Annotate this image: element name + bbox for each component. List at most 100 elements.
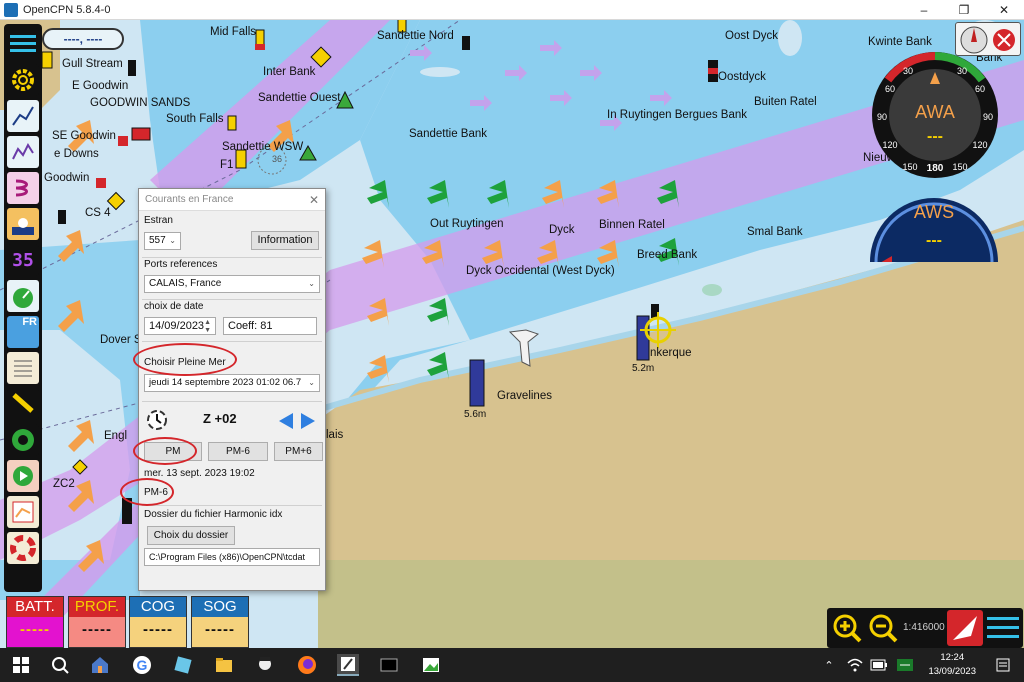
pencil-icon[interactable] bbox=[7, 388, 39, 420]
instrument-prof-label: PROF. bbox=[69, 597, 125, 617]
windows-start-icon[interactable] bbox=[10, 654, 32, 676]
instrument-batt-value: ----- bbox=[20, 621, 50, 638]
night-mode-icon[interactable] bbox=[7, 208, 39, 240]
settings-icon[interactable] bbox=[7, 64, 39, 96]
folder-path-value: C:\Program Files (x86)\OpenCPN\tcdat bbox=[149, 552, 306, 562]
menu-icon[interactable] bbox=[987, 614, 1019, 642]
label-height-gravelines: 5.6m bbox=[464, 409, 487, 420]
label-mid-falls: Mid Falls bbox=[210, 26, 257, 38]
label-se-goodwin: SE Goodwin bbox=[52, 130, 116, 142]
date-picker[interactable]: 14/09/2023 ▲ ▼ bbox=[144, 317, 216, 335]
opencpn-taskbar-icon[interactable] bbox=[337, 654, 359, 676]
search-icon[interactable] bbox=[49, 654, 71, 676]
previous-arrow-icon[interactable] bbox=[277, 411, 295, 431]
separator bbox=[142, 257, 322, 258]
label-inter-bank: Inter Bank bbox=[263, 66, 316, 78]
taskbar-clock[interactable]: 12:24 13/09/2023 bbox=[928, 651, 976, 679]
zoom-out-icon[interactable] bbox=[867, 612, 899, 644]
harmonic-label: Dossier du fichier Harmonic idx bbox=[144, 509, 283, 520]
awa-scale-180: 180 bbox=[926, 163, 944, 174]
left-toolbar: 35 FR bbox=[4, 24, 42, 592]
pm-minus6-button[interactable]: PM-6 bbox=[208, 442, 268, 461]
notifications-icon[interactable] bbox=[992, 654, 1014, 676]
clock-icon[interactable] bbox=[146, 409, 168, 431]
tide-icon[interactable] bbox=[7, 172, 39, 204]
aws-value: --- bbox=[926, 232, 942, 249]
label-gull-stream: Gull Stream bbox=[62, 58, 123, 70]
label-out-ruytingen: Out Ruytingen bbox=[430, 218, 504, 230]
network-app-icon[interactable] bbox=[894, 654, 916, 676]
chart-icon[interactable] bbox=[7, 496, 39, 528]
terminal-icon[interactable] bbox=[378, 654, 400, 676]
label-f1: F1 bbox=[220, 159, 234, 171]
google-chrome-icon[interactable]: G bbox=[131, 654, 153, 676]
label-e-downs: e Downs bbox=[54, 148, 99, 160]
menu-icon[interactable] bbox=[7, 28, 39, 60]
awa-value: --- bbox=[927, 128, 943, 145]
instrument-prof: PROF. ----- bbox=[68, 596, 126, 648]
close-window-button[interactable]: ✕ bbox=[984, 0, 1024, 20]
svg-text:30: 30 bbox=[903, 66, 913, 76]
window-titlebar: OpenCPN 5.8.4-0 – ❐ ✕ bbox=[0, 0, 1024, 20]
language-fr-icon[interactable]: FR bbox=[7, 316, 39, 348]
label-dover: Dover S bbox=[100, 334, 142, 346]
choose-folder-button[interactable]: Choix du dossier bbox=[147, 526, 235, 545]
label-smal-bank: Smal Bank bbox=[747, 226, 803, 238]
next-arrow-icon[interactable] bbox=[299, 411, 317, 431]
label-breed-bank: Breed Bank bbox=[637, 249, 698, 261]
log-icon[interactable] bbox=[7, 352, 39, 384]
instrument-sog: SOG ----- bbox=[191, 596, 249, 648]
battery-icon[interactable] bbox=[868, 654, 890, 676]
estran-select[interactable]: 557 ⌄ bbox=[144, 232, 181, 250]
instrument-batt: BATT. ----- bbox=[6, 596, 64, 648]
firefox-icon[interactable] bbox=[296, 654, 318, 676]
minimize-button[interactable]: – bbox=[904, 0, 944, 20]
route-icon[interactable] bbox=[7, 100, 39, 132]
zoom-in-icon[interactable] bbox=[831, 612, 863, 644]
file-explorer-icon[interactable] bbox=[213, 654, 235, 676]
dashboard-icon[interactable] bbox=[7, 280, 39, 312]
target-icon[interactable] bbox=[7, 424, 39, 456]
label-sandettie-nord: Sandettie Nord bbox=[377, 30, 454, 42]
folder-path-field[interactable]: C:\Program Files (x86)\OpenCPN\tcdat bbox=[144, 548, 320, 566]
coeff-field[interactable]: Coeff: 81 bbox=[223, 317, 317, 335]
app-icon[interactable] bbox=[172, 654, 194, 676]
track-icon[interactable] bbox=[7, 136, 39, 168]
estran-label: Estran bbox=[144, 215, 173, 226]
wifi-icon[interactable] bbox=[844, 654, 866, 676]
zoom-bar: 1:416000 bbox=[827, 608, 1023, 648]
pm-plus6-button[interactable]: PM+6 bbox=[274, 442, 323, 461]
instrument-cog-label: COG bbox=[130, 597, 186, 617]
pleine-mer-select[interactable]: jeudi 14 septembre 2023 01:02 06.7 ⌄ bbox=[144, 374, 320, 392]
label-in-ruytingen: In Ruytingen Bergues Bank bbox=[607, 109, 748, 121]
date-label: choix de date bbox=[144, 301, 204, 312]
instrument-sog-value: ----- bbox=[205, 621, 235, 638]
label-e-goodwin: E Goodwin bbox=[72, 80, 129, 92]
label-goodwin-sands: GOODWIN SANDS bbox=[90, 97, 191, 109]
dialog-title: Courants en France bbox=[139, 189, 325, 211]
position-readout: ----, ---- bbox=[42, 28, 124, 50]
dialog-close-icon[interactable]: ✕ bbox=[309, 193, 319, 207]
play-icon[interactable] bbox=[7, 460, 39, 492]
window-title: OpenCPN 5.8.4-0 bbox=[23, 3, 111, 16]
pirate-app-icon[interactable] bbox=[254, 654, 276, 676]
label-sandettie-ouest: Sandettie Ouest bbox=[258, 92, 341, 104]
lifebuoy-icon[interactable] bbox=[7, 532, 39, 564]
boat-mode-icon[interactable] bbox=[947, 610, 983, 646]
counter-icon[interactable]: 35 bbox=[7, 244, 39, 276]
chevron-down-icon: ⌄ bbox=[308, 378, 315, 387]
port-select[interactable]: CALAIS, France ⌄ bbox=[144, 275, 320, 293]
restore-button[interactable]: ❐ bbox=[944, 0, 984, 20]
spin-icon[interactable]: ▲ ▼ bbox=[204, 319, 211, 335]
label-kwinte-bank: Kwinte Bank bbox=[868, 36, 932, 48]
instrument-sog-label: SOG bbox=[192, 597, 248, 617]
label-dunkerque: nkerque bbox=[650, 347, 692, 359]
courants-dialog: Courants en France ✕ Estran 557 ⌄ Inform… bbox=[138, 188, 326, 591]
opencpn-app-icon bbox=[4, 2, 18, 17]
chevron-up-icon[interactable]: ⌃ bbox=[818, 654, 840, 676]
ports-label: Ports references bbox=[144, 259, 218, 270]
home-app-icon[interactable] bbox=[89, 654, 111, 676]
image-viewer-icon[interactable] bbox=[420, 654, 442, 676]
information-button[interactable]: Information bbox=[251, 231, 319, 250]
instrument-prof-value: ----- bbox=[82, 621, 112, 638]
